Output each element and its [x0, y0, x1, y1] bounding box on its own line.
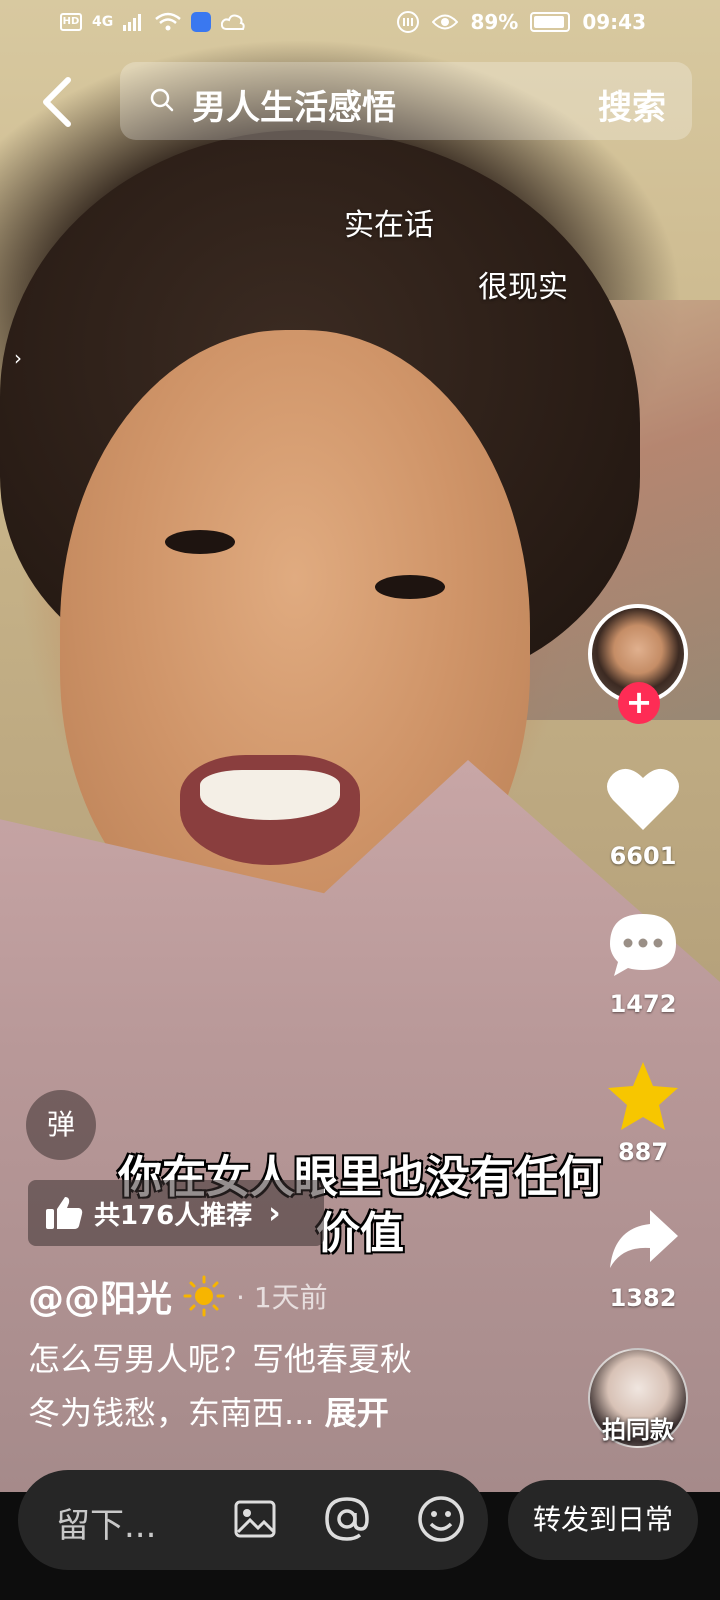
nfc-icon [397, 11, 420, 33]
danmaku-comment: 很现实 [478, 270, 568, 305]
recommend-text: 共176人推荐 [94, 1200, 253, 1231]
back-arrow-icon[interactable] [36, 76, 80, 128]
danmaku-toggle-button[interactable]: 弹 [26, 1090, 96, 1160]
heart-icon[interactable] [605, 764, 681, 832]
status-bar: HD 4G 89% 09:43 [0, 0, 720, 48]
battery-icon [530, 12, 571, 32]
comment-count: 1472 [609, 990, 677, 1018]
comment-placeholder[interactable]: 留下... [56, 1498, 156, 1547]
author-line[interactable]: @@阳光 · 1天前 [28, 1270, 328, 1322]
chevron-right-icon: › [268, 1195, 281, 1231]
clock: 09:43 [582, 10, 646, 34]
signal-icon [123, 14, 142, 31]
wifi-icon [155, 12, 182, 31]
like-action[interactable]: 6601 [588, 764, 698, 870]
eye-comfort-icon [432, 14, 459, 30]
post-time: · 1天前 [236, 1281, 328, 1314]
video-eye-right [375, 575, 445, 599]
like-count: 6601 [609, 842, 677, 870]
image-icon[interactable] [230, 1494, 280, 1544]
status-left: HD 4G [60, 12, 245, 32]
search-bar[interactable]: 男人生活感悟 搜索 [120, 62, 692, 140]
video-eye-left [165, 530, 235, 554]
network-type: 4G [92, 14, 114, 30]
description-text: 冬为钱愁，东南西... [28, 1394, 315, 1432]
star-icon[interactable] [606, 1060, 680, 1132]
description-line-2: 冬为钱愁，东南西... 展开 [28, 1386, 548, 1440]
comment-input[interactable]: 留下... [18, 1470, 488, 1570]
hd-badge: HD [60, 13, 82, 31]
side-panel-arrow-icon[interactable]: › [14, 346, 22, 370]
mention-icon[interactable] [322, 1494, 372, 1544]
author-name[interactable]: @@阳光 [28, 1270, 172, 1322]
sun-icon [183, 1275, 225, 1317]
comment-action[interactable]: 1472 [588, 910, 698, 1018]
video-description[interactable]: 怎么写男人呢？写他春夏秋 冬为钱愁，东南西... 展开 [28, 1332, 548, 1440]
app-notification-icon [191, 12, 212, 32]
emoji-icon[interactable] [416, 1494, 466, 1544]
status-right: 89% 09:43 [396, 10, 646, 34]
shoot-same-style-label[interactable]: 拍同款 [590, 1410, 686, 1445]
share-to-daily-button[interactable]: 转发到日常 [508, 1480, 698, 1560]
battery-percent: 89% [470, 10, 519, 34]
video-teeth [200, 770, 340, 820]
follow-button[interactable]: + [618, 682, 660, 724]
description-line: 怎么写男人呢？写他春夏秋 [28, 1340, 413, 1378]
cloud-icon [221, 14, 245, 30]
danmaku-comment: 实在话 [344, 208, 434, 243]
search-button[interactable]: 搜索 [598, 80, 666, 129]
thumbs-up-icon [46, 1197, 83, 1229]
expand-link[interactable]: 展开 [325, 1394, 389, 1432]
share-count: 1382 [609, 1284, 677, 1312]
search-icon [150, 88, 174, 112]
recommend-pill[interactable]: 共176人推荐 › [28, 1180, 324, 1246]
search-query[interactable]: 男人生活感悟 [192, 80, 396, 129]
comment-bubble-icon[interactable] [606, 910, 680, 980]
